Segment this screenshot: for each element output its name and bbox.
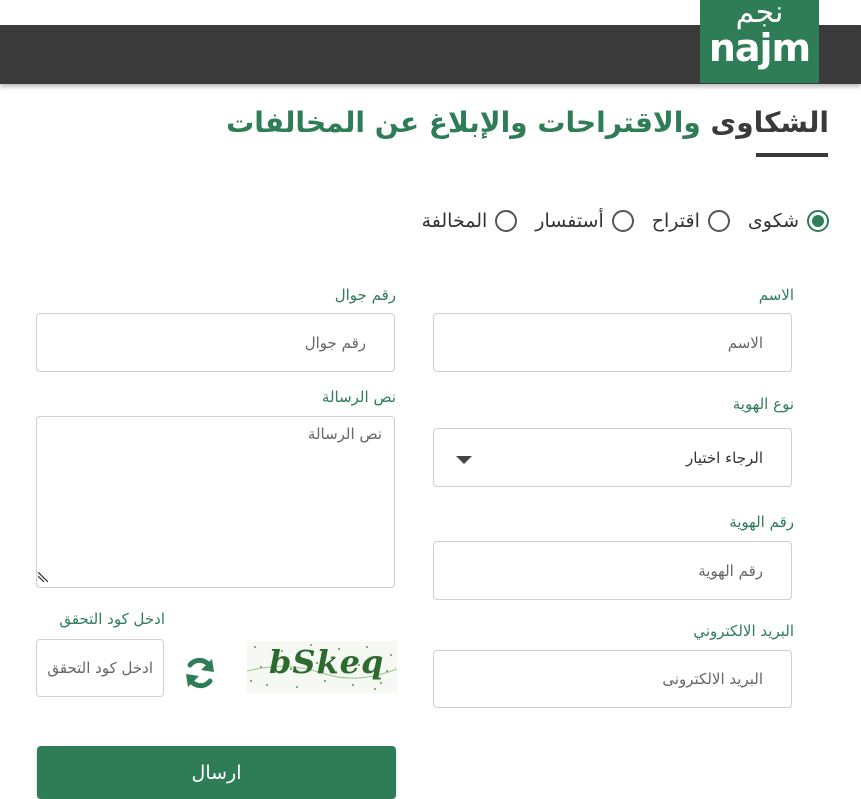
radio-icon[interactable] (495, 210, 518, 232)
resize-grip-icon[interactable] (38, 572, 48, 582)
caret-down-icon (456, 456, 472, 464)
najm-logo[interactable]: نجم najm (700, 0, 819, 83)
id-number-input[interactable] (433, 541, 792, 600)
mobile-label: رقم جوال (334, 286, 396, 304)
radio-icon[interactable] (611, 210, 634, 232)
captcha-label: ادخل كود التحقق (59, 610, 165, 628)
id-type-selected-value: الرجاء اختيار (686, 448, 763, 467)
radio-icon[interactable] (707, 210, 730, 232)
radio-complaint[interactable]: شكوى (748, 210, 829, 232)
radio-complaint-label: شكوى (747, 210, 799, 232)
email-input[interactable] (433, 650, 792, 708)
radio-violation[interactable]: المخالفة (422, 210, 518, 232)
captcha-input[interactable] (36, 639, 164, 697)
radio-suggestion[interactable]: اقتراح (652, 210, 730, 232)
id-number-label: رقم الهوية (729, 513, 794, 531)
name-input[interactable] (433, 313, 792, 372)
request-type-radio-group: شكوى اقتراح أستفسار المخالفة (422, 210, 829, 232)
page-title-rest: والاقتراحات والإبلاغ عن المخالفات (226, 106, 711, 139)
radio-suggestion-label: اقتراح (651, 210, 700, 232)
email-label: البريد الالكتروني (693, 622, 794, 640)
name-label: الاسم (758, 286, 794, 304)
radio-inquiry[interactable]: أستفسار (535, 210, 634, 232)
message-textarea[interactable] (36, 416, 395, 588)
title-underline (756, 153, 828, 157)
message-label: نص الرسالة (321, 388, 396, 406)
page-title: الشكاوى والاقتراحات والإبلاغ عن المخالفا… (226, 106, 829, 139)
refresh-icon[interactable] (181, 654, 219, 692)
id-type-select[interactable]: الرجاء اختيار (433, 428, 792, 487)
radio-violation-label: المخالفة (421, 210, 488, 232)
complaints-page: نجم najm الشكاوى والاقتراحات والإبلاغ عن… (0, 0, 861, 799)
captcha-text: bSkeq (269, 643, 385, 681)
radio-inquiry-label: أستفسار (535, 210, 604, 232)
submit-button[interactable]: ارسال (37, 746, 396, 799)
id-type-label: نوع الهوية (732, 395, 794, 413)
mobile-input[interactable] (36, 313, 395, 372)
page-title-highlight: الشكاوى (710, 106, 829, 139)
logo-english-text: najm (708, 26, 811, 70)
captcha-image: bSkeq (247, 641, 397, 693)
radio-icon[interactable] (807, 210, 829, 232)
